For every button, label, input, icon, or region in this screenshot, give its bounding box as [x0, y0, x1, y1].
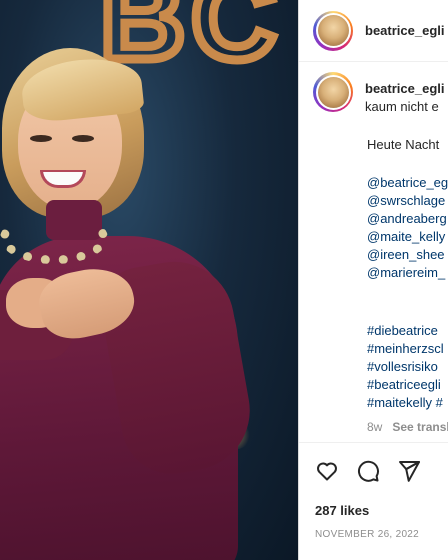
caption-meta: 8w See transl	[367, 420, 448, 434]
post-photo[interactable]: BC	[0, 0, 298, 560]
time-ago[interactable]: 8w	[367, 420, 382, 434]
mention-link[interactable]: @beatrice_eg	[367, 174, 448, 192]
mention-link[interactable]: @maite_kelly	[367, 228, 445, 246]
see-translation-button[interactable]: See transl	[392, 420, 448, 434]
post-header: beatrice_egli	[299, 0, 448, 62]
mention-link[interactable]: @swrschlage	[367, 192, 445, 210]
avatar-image	[317, 15, 349, 46]
hashtag-link[interactable]: #beatriceegli	[367, 376, 441, 394]
stage-sign-graphic: BC	[96, 0, 283, 85]
comment-icon[interactable]	[356, 459, 382, 485]
avatar[interactable]	[313, 10, 353, 51]
mention-link[interactable]: @ireen_shee	[367, 246, 445, 264]
mention-link[interactable]: @andreaberg	[367, 210, 447, 228]
caption-avatar[interactable]	[313, 72, 353, 112]
caption-line: Heute Nacht	[367, 137, 440, 152]
likes-count[interactable]: 287 likes	[315, 503, 369, 518]
send-icon[interactable]	[397, 459, 423, 485]
header-username[interactable]: beatrice_egli	[365, 23, 445, 38]
post-details-panel: beatrice_egli beatrice_egli kaum nicht e…	[298, 0, 448, 560]
hashtag-link[interactable]: #meinherzscl	[367, 340, 444, 358]
hashtag-link[interactable]: #vollesrisiko	[367, 358, 438, 376]
hashtag-link[interactable]: #maitekelly #	[367, 394, 443, 412]
heart-icon[interactable]	[315, 459, 341, 485]
left-eye-graphic	[30, 135, 52, 142]
caption-text: kaum nicht e	[365, 99, 439, 114]
caption-username[interactable]: beatrice_egli	[365, 81, 445, 96]
hashtag-link[interactable]: #diebeatrice	[367, 322, 438, 340]
right-eye-graphic	[72, 135, 94, 142]
post-date: NOVEMBER 26, 2022	[315, 529, 420, 540]
necklace-graphic	[0, 212, 108, 264]
caption: beatrice_egli kaum nicht e	[313, 72, 448, 116]
action-bar: 287 likes NOVEMBER 26, 2022	[299, 442, 448, 560]
mention-link[interactable]: @mariereim_	[367, 264, 445, 282]
